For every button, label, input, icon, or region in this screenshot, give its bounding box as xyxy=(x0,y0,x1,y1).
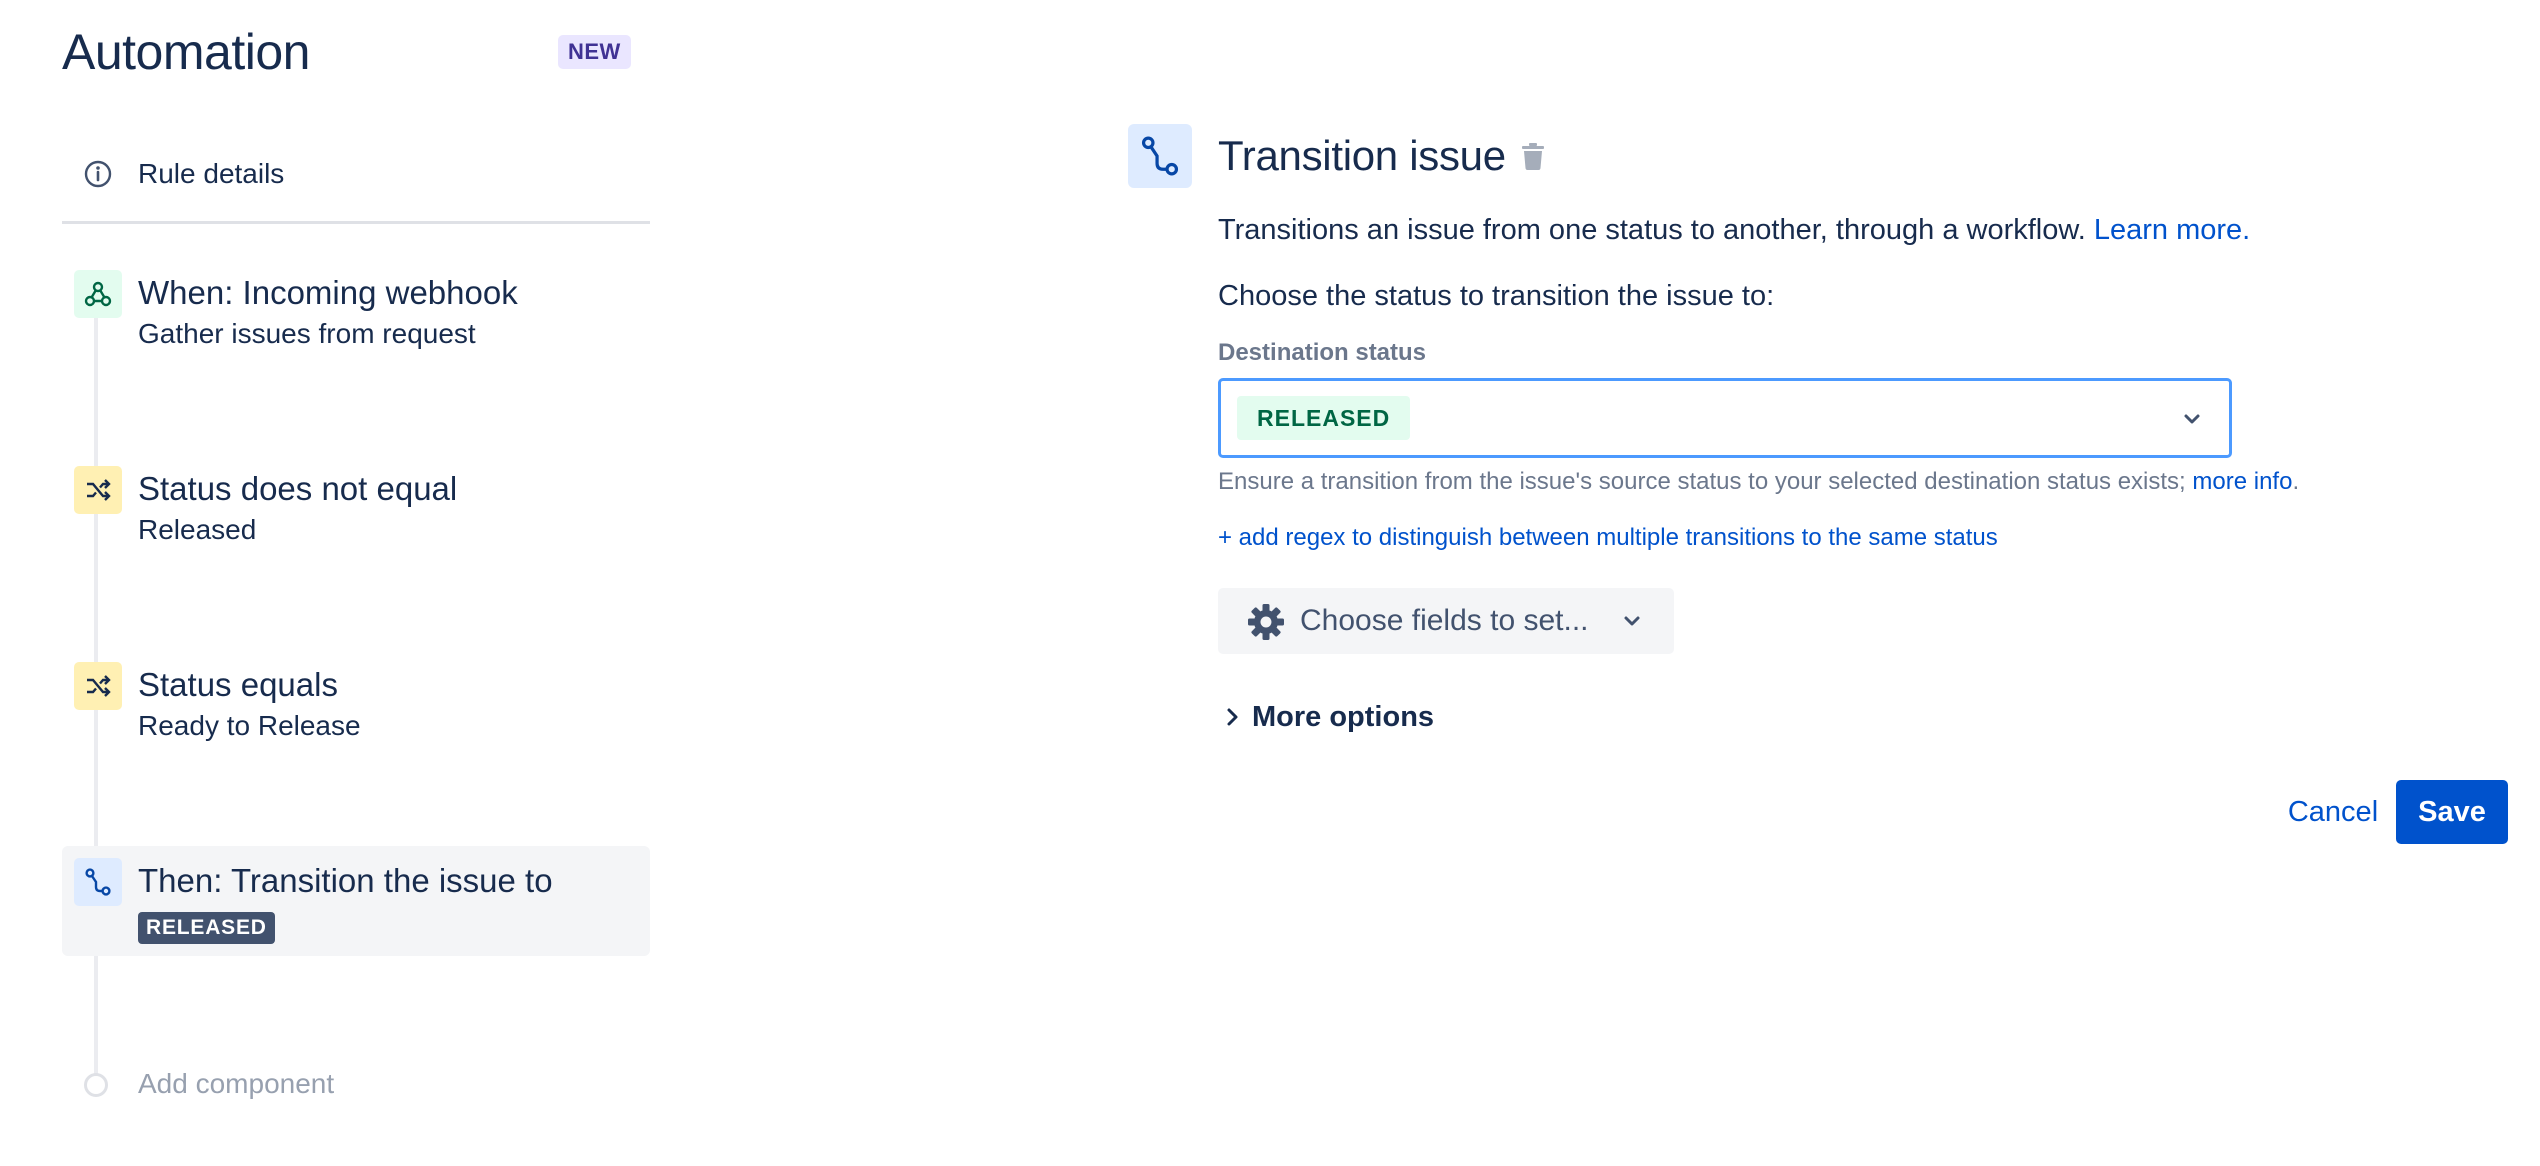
helper-text-end: . xyxy=(2292,468,2300,495)
component-title: When: Incoming webhook xyxy=(138,274,518,311)
component-subtitle: Released xyxy=(138,514,257,545)
destination-status-label: Destination status xyxy=(1218,339,1427,366)
panel-description: Transitions an issue from one status to … xyxy=(1218,210,2250,250)
component-config-panel: Transition issue Transitions an issue fr… xyxy=(1128,0,2508,1166)
rule-sidebar: Automation NEW Rule details When: Incomi… xyxy=(62,0,650,1166)
component-transition-issue[interactable]: Then: Transition the issue to RELEASED xyxy=(62,846,650,956)
component-title: Status does not equal xyxy=(138,470,458,507)
helper-text-body: Ensure a transition from the issue's sou… xyxy=(1218,468,2186,495)
circle-icon xyxy=(84,1073,108,1097)
webhook-icon xyxy=(74,270,122,318)
more-options-toggle[interactable]: More options xyxy=(1218,696,1478,740)
component-title: Then: Transition the issue to xyxy=(138,862,553,899)
component-title: Status equals xyxy=(138,666,338,703)
learn-more-link[interactable]: Learn more. xyxy=(2094,214,2250,246)
add-regex-link[interactable]: + add regex to distinguish between multi… xyxy=(1218,522,1998,554)
shuffle-icon xyxy=(74,466,122,514)
panel-title: Transition issue xyxy=(1218,132,1506,179)
component-status-not-equal[interactable]: Status does not equal Released xyxy=(62,454,650,564)
component-subtitle: Ready to Release xyxy=(138,710,361,741)
save-button[interactable]: Save xyxy=(2396,780,2508,844)
transition-icon xyxy=(74,858,122,906)
helper-text: Ensure a transition from the issue's sou… xyxy=(1218,466,2299,498)
new-badge: NEW xyxy=(558,35,631,69)
rule-details-label: Rule details xyxy=(138,158,285,189)
rule-details-item[interactable]: Rule details xyxy=(62,140,650,224)
component-incoming-webhook[interactable]: When: Incoming webhook Gather issues fro… xyxy=(62,258,650,368)
chevron-down-icon xyxy=(2184,414,2200,424)
choose-status-label: Choose the status to transition the issu… xyxy=(1218,280,1775,312)
destination-status-select[interactable]: RELEASED xyxy=(1218,378,2232,458)
more-options-label: More options xyxy=(1252,701,1435,733)
cancel-button[interactable]: Cancel xyxy=(2258,780,2408,844)
trash-icon[interactable] xyxy=(1518,140,1548,172)
app-header: Automation NEW xyxy=(62,22,650,82)
description-text: Transitions an issue from one status to … xyxy=(1218,214,2086,246)
shuffle-icon xyxy=(74,662,122,710)
choose-fields-label: Choose fields to set... xyxy=(1300,604,1589,637)
add-component-button[interactable]: Add component xyxy=(62,1060,650,1110)
status-badge: RELEASED xyxy=(138,912,275,944)
selected-status-lozenge: RELEASED xyxy=(1237,396,1411,440)
gear-icon xyxy=(1248,604,1284,640)
component-subtitle: Gather issues from request xyxy=(138,318,476,349)
component-status-equals[interactable]: Status equals Ready to Release xyxy=(62,650,650,760)
chevron-right-icon xyxy=(1227,708,1238,726)
choose-fields-button[interactable]: Choose fields to set... xyxy=(1218,588,1674,654)
add-component-label: Add component xyxy=(138,1068,335,1099)
more-info-link[interactable]: more info xyxy=(2192,468,2292,495)
app-title: Automation xyxy=(62,24,310,80)
transition-icon xyxy=(1128,124,1192,188)
info-icon xyxy=(84,160,112,188)
chevron-down-icon xyxy=(1624,616,1640,626)
